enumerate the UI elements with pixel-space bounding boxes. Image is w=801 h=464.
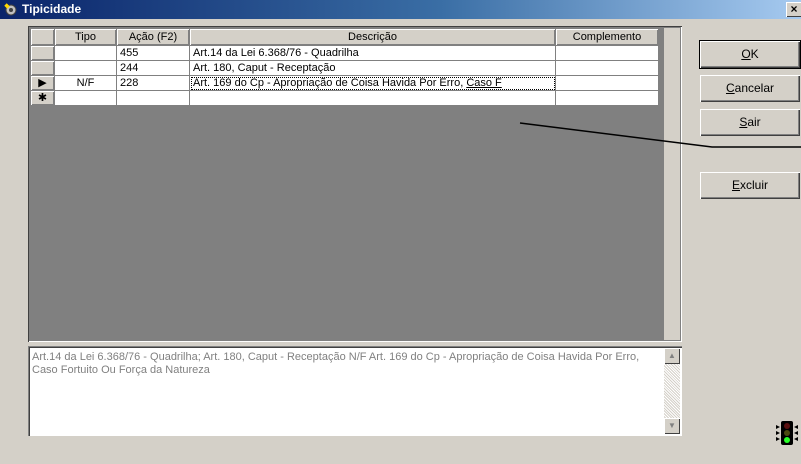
row-selector[interactable]: [30, 60, 55, 76]
cancel-label: ancelar: [734, 81, 775, 95]
table-row[interactable]: 244 Art. 180, Caput - Receptação: [30, 60, 659, 76]
grid-scrollbar[interactable]: [664, 28, 680, 340]
cancel-button[interactable]: Cancelar: [700, 75, 800, 102]
title-bar: Tipicidade ×: [0, 0, 801, 19]
column-header-acao[interactable]: Ação (F2): [116, 28, 190, 46]
cell-acao[interactable]: [116, 90, 190, 106]
ok-accel: O: [741, 47, 751, 61]
column-header-complemento[interactable]: Complemento: [555, 28, 659, 46]
scroll-down-button[interactable]: ▼: [664, 418, 680, 434]
traffic-light-icon: [774, 420, 800, 446]
cancel-accel: C: [725, 81, 735, 95]
cell-descricao-text: Art. 169 do Cp - Apropriação de Coisa Ha…: [193, 77, 467, 89]
cell-tipo[interactable]: N/F: [54, 75, 117, 91]
cell-complemento[interactable]: [555, 60, 659, 76]
cell-tipo[interactable]: [54, 90, 117, 106]
cell-acao[interactable]: 455: [116, 45, 190, 61]
gear-tools-icon: [4, 3, 17, 16]
memo-text[interactable]: Art.14 da Lei 6.368/76 - Quadrilha; Art.…: [32, 351, 660, 377]
tipicidade-grid[interactable]: Tipo Ação (F2) Descrição Complemento 455…: [28, 26, 682, 342]
table-row-current[interactable]: ▶ N/F 228 Art. 169 do Cp - Apropriação d…: [30, 75, 659, 91]
new-row-indicator[interactable]: ✱: [30, 90, 55, 106]
row-selector[interactable]: [30, 45, 55, 61]
scroll-up-button[interactable]: ▲: [664, 348, 680, 364]
excluir-accel: E: [731, 178, 740, 192]
grid-table: Tipo Ação (F2) Descrição Complemento 455…: [30, 28, 659, 106]
excluir-label: xcluir: [740, 178, 769, 192]
column-header-descricao[interactable]: Descrição: [189, 28, 556, 46]
cell-complemento[interactable]: [555, 45, 659, 61]
ok-button[interactable]: OK: [700, 41, 800, 68]
cell-acao[interactable]: 228: [116, 75, 190, 91]
cell-complemento[interactable]: [555, 90, 659, 106]
grid-header-row: Tipo Ação (F2) Descrição Complemento: [30, 28, 659, 46]
ok-label: K: [750, 47, 759, 61]
close-button[interactable]: ×: [786, 2, 801, 17]
table-row-new[interactable]: ✱: [30, 90, 659, 106]
memo-scrollbar[interactable]: ▲ ▼: [664, 348, 680, 434]
cell-descricao-current[interactable]: Art. 169 do Cp - Apropriação de Coisa Ha…: [189, 75, 556, 91]
window-title: Tipicidade: [22, 2, 82, 16]
cell-descricao[interactable]: Art. 180, Caput - Receptação: [189, 60, 556, 76]
current-row-indicator[interactable]: ▶: [30, 75, 55, 91]
table-row[interactable]: 455 Art.14 da Lei 6.368/76 - Quadrilha: [30, 45, 659, 61]
cell-descricao[interactable]: [189, 90, 556, 106]
header-corner: [30, 28, 55, 46]
cell-acao[interactable]: 244: [116, 60, 190, 76]
cell-tipo[interactable]: [54, 60, 117, 76]
cell-descricao-tail: Caso F: [466, 77, 502, 89]
column-header-tipo[interactable]: Tipo: [54, 28, 117, 46]
excluir-button[interactable]: Excluir: [700, 172, 800, 199]
sair-button[interactable]: Sair: [700, 109, 800, 136]
cell-complemento[interactable]: [555, 75, 659, 91]
description-memo[interactable]: Art.14 da Lei 6.368/76 - Quadrilha; Art.…: [28, 346, 682, 436]
cell-descricao[interactable]: Art.14 da Lei 6.368/76 - Quadrilha: [189, 45, 556, 61]
sair-label: air: [747, 115, 761, 129]
cell-tipo[interactable]: [54, 45, 117, 61]
